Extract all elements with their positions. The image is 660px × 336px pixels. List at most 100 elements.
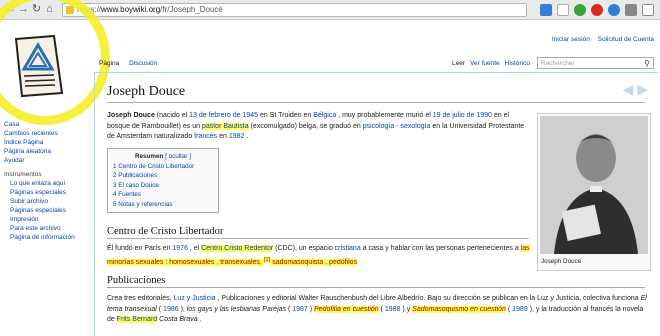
sec2-text-b: , Publicaciones y editorial Walter Rausc… [215, 295, 641, 302]
sado-highlight: sadomasoquista , pedófilos [270, 258, 358, 266]
toc-item[interactable]: 2 Publicaciones [113, 171, 213, 181]
section-paragraph: Crea tres editoriales, Luz y Justicia , … [107, 294, 647, 326]
year-1988-link[interactable]: 1988 [385, 306, 401, 313]
sidebar-item-recent-changes[interactable]: Cambios recientes [4, 129, 94, 138]
year-1976-link[interactable]: 1976 [172, 245, 188, 252]
sidebar-item-what-links[interactable]: Lo que enlaza aquí [4, 179, 94, 188]
ccr-link[interactable]: Centro Cristo Redentor [201, 245, 274, 252]
sidebar-item-page-info[interactable]: Página de información [4, 233, 94, 242]
sexology-link[interactable]: sexología [400, 123, 430, 130]
search-input[interactable]: Rechercher ⚲ [537, 57, 654, 69]
sidebar-item-print[interactable]: Impresión [4, 215, 94, 224]
sidebar-item-casa[interactable]: Casa [4, 120, 94, 129]
sec2-text-l: . [197, 316, 202, 323]
lock-icon [66, 6, 74, 14]
address-bar[interactable]: https://www.boywiki.org/fr/Joseph_Doucé [62, 3, 527, 17]
cristiana-link[interactable]: cristiana [335, 245, 361, 252]
extension-blue-icon[interactable] [608, 4, 620, 16]
intro-name: Joseph Douce [107, 112, 155, 119]
year-1987-link[interactable]: 1987 [292, 306, 308, 313]
luz-justicia-link[interactable]: Luz y Justicia [174, 295, 216, 302]
site-logo[interactable] [8, 33, 68, 99]
sec2-text-h: ) y [400, 305, 413, 313]
title-parejas: los gays y las lesbianas Parejas [186, 305, 287, 313]
url-scheme: https:// [77, 5, 102, 14]
extension-gray-icon[interactable] [625, 4, 637, 16]
intro-paragraph: Joseph Douce (nacido el 13 de febrero de… [107, 111, 532, 143]
portrait-thumbnail[interactable]: Joseph Douce [537, 113, 651, 271]
sidebar-item-index[interactable]: Índice Página [4, 138, 94, 147]
toc-item[interactable]: 1 Centro de Cristo Libertador [113, 162, 213, 172]
section-heading: Centro de Cristo Libertador [107, 226, 529, 239]
namespace-tabs: Página Discusión [97, 60, 163, 67]
sec1-text-e: . [357, 258, 361, 266]
forward-icon[interactable]: → [17, 3, 30, 16]
belgium-link[interactable]: Bélgica [313, 112, 336, 119]
url-path: /fr/Joseph_Doucé [160, 5, 223, 14]
title-sadomasoquismo: Sadomasoquismo en cuestión [412, 305, 506, 313]
frits-bernard-link[interactable]: Frits Bernard [116, 316, 158, 323]
sec2-text-a: Crea tres editoriales, [107, 295, 174, 302]
nav-arrows-icon[interactable]: ◀ ▶ [623, 81, 648, 98]
sidebar-item-random[interactable]: Página aleatoria [4, 147, 94, 156]
title-pedofilia: Pedofilia en cuestión [314, 305, 379, 313]
url-host: www.boywiki.org [101, 5, 161, 14]
login-link[interactable]: Iniciar sesión [552, 36, 590, 43]
article-content: Joseph Douce ◀ ▶ Joseph Douce (nacido el… [94, 72, 658, 336]
portrait-photo [540, 116, 648, 254]
year-1986-link[interactable]: 1986 [163, 306, 179, 313]
french-link[interactable]: francés [194, 133, 217, 140]
tab-page[interactable]: Página [97, 59, 121, 68]
sec2-text-d: ), [178, 305, 187, 313]
intro-text-9: . [244, 133, 249, 140]
birth-date-link[interactable]: 13 de febrero de 1945 [189, 112, 258, 119]
pastor-link[interactable]: pastor Bautista [201, 122, 249, 130]
sec1-text-a: Él fundó en París en [107, 245, 173, 252]
sidebar-item-special-pages[interactable]: Páginas especiales [4, 188, 94, 197]
search-placeholder: Rechercher [541, 60, 575, 67]
extension-red-icon[interactable] [591, 4, 603, 16]
page-title: Joseph Douce [107, 84, 645, 103]
extension-green-icon[interactable] [574, 4, 586, 16]
sidebar-item-file[interactable]: Para este archivo [4, 224, 94, 233]
intro-text-2: en St Truiden en [258, 112, 314, 119]
sec1-text-d: a casa y hablar con las personas pertene… [360, 245, 521, 252]
toc-item[interactable]: 5 Notas y referencias [113, 200, 213, 210]
section-heading: Publicaciones [107, 275, 645, 288]
personal-tools: Iniciar sesión Solicitud de Cuenta [546, 36, 654, 43]
sec1-text-c: (CDC), un espacio [273, 245, 335, 252]
sidebar-item-upload[interactable]: Subir archivo [4, 197, 94, 206]
sidebar: Casa Cambios recientes Índice Página Pág… [4, 120, 94, 242]
toc-title: Resumen [134, 153, 164, 160]
intro-text-5: (excomulgado) belga, se graduó en [248, 122, 363, 130]
reload-icon[interactable]: ↻ [30, 3, 43, 16]
back-icon[interactable]: ← [4, 3, 17, 16]
intro-text-1: (nacido el [154, 112, 190, 119]
search-icon[interactable]: ⚲ [644, 59, 650, 68]
view-tabs: Leer Ver fuente Histórico [452, 60, 530, 67]
year-1989-link[interactable]: 1989 [512, 306, 528, 313]
browser-toolbar: ← → ↻ ⌂ https://www.boywiki.org/fr/Josep… [0, 0, 660, 20]
menu-icon[interactable] [642, 4, 654, 16]
death-date-link[interactable]: 19 de julio de 1990 [433, 112, 492, 119]
home-icon[interactable]: ⌂ [43, 3, 56, 16]
year-1982-link[interactable]: 1982 [229, 133, 245, 140]
toc-heading: Resumen [ ocultar ] [113, 152, 213, 162]
table-of-contents: Resumen [ ocultar ] 1 Centro de Cristo L… [107, 148, 219, 213]
sidebar-item-special-pages-2[interactable]: Páginas especiales [4, 206, 94, 215]
tab-discussion[interactable]: Discusión [127, 59, 159, 68]
title-costa-brava: Costa Brava [159, 316, 198, 323]
section-paragraph: Él fundó en París en 1976 , el Centro Cr… [107, 244, 532, 268]
sec1-text-b: , el [187, 245, 202, 252]
tab-view-source[interactable]: Ver fuente [470, 60, 500, 67]
toc-item[interactable]: 3 El caso Douce [113, 181, 213, 191]
tab-read[interactable]: Leer [452, 60, 465, 67]
tab-history[interactable]: Histórico [505, 60, 530, 67]
toc-hide-link[interactable]: [ ocultar ] [165, 153, 191, 160]
sidebar-item-help[interactable]: Ayudar [4, 156, 94, 165]
star-icon[interactable] [557, 4, 569, 16]
request-account-link[interactable]: Solicitud de Cuenta [598, 36, 654, 43]
translate-icon[interactable] [540, 4, 552, 16]
psychology-link[interactable]: psicología [363, 123, 395, 130]
toc-item[interactable]: 4 Fuentes [113, 190, 213, 200]
